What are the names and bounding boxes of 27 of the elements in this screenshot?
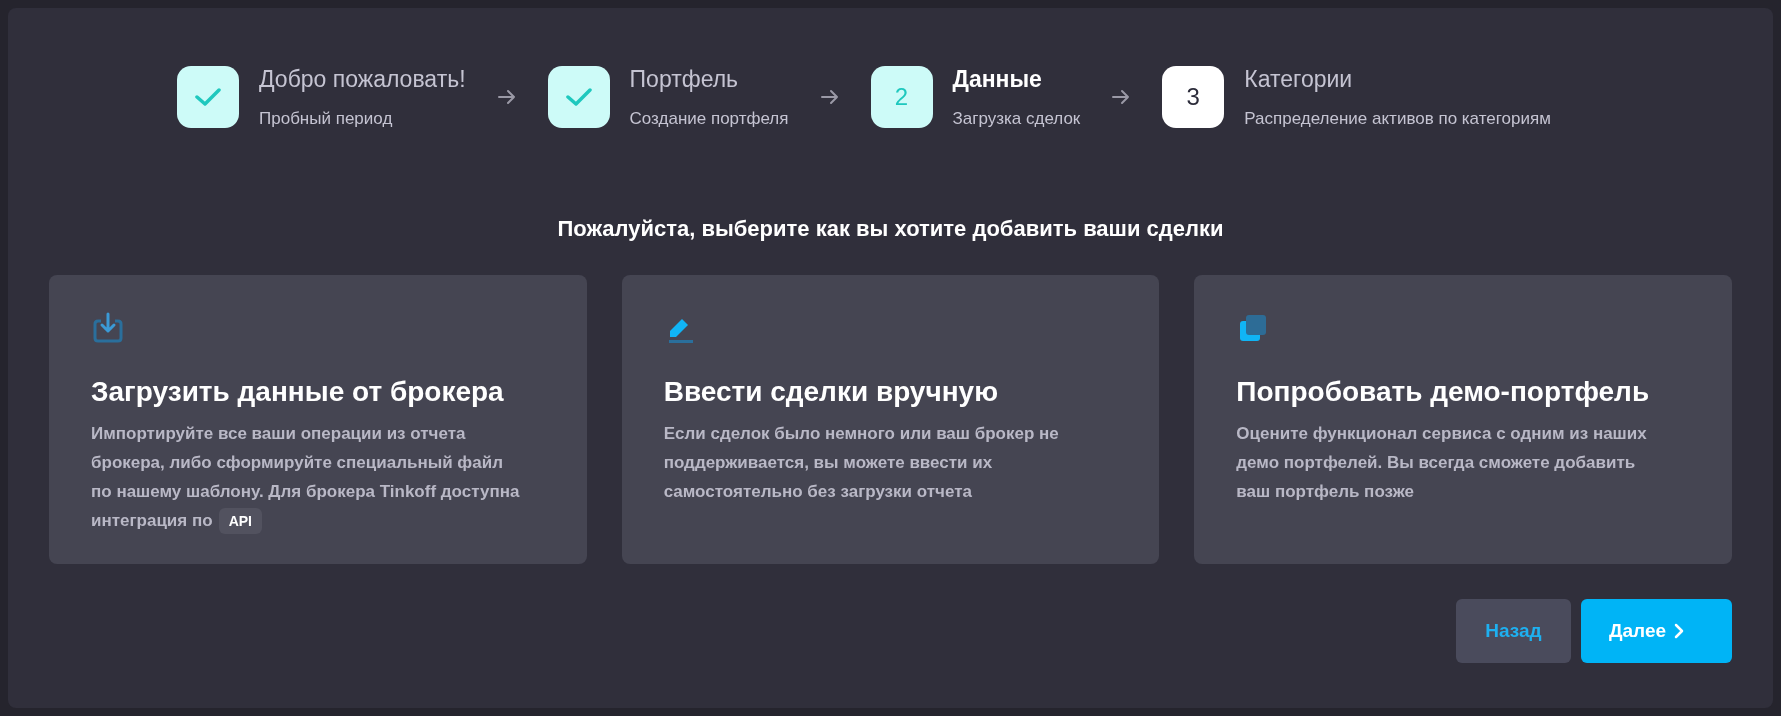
step-title: Данные [952, 64, 1043, 94]
step-title: Категории [1244, 64, 1354, 94]
step-badge: 3 [1162, 65, 1225, 128]
option-card[interactable]: Загрузить данные от брокера Импортируйте все ваши операции из отчета брокера, либо сформируйте специальный файл по нашему шаблону. Для брокера Tinkoff доступна интеграция по API [49, 275, 587, 564]
check-icon [195, 86, 221, 107]
card-title: Ввести сделки вручную [663, 375, 1000, 409]
step-badge: 2 [870, 65, 933, 128]
chevron-right-icon [1674, 623, 1685, 639]
page-heading: Пожалуйста, выберите как вы хотите добавить ваши сделки [557, 215, 1224, 243]
card-description: Оцените функционал сервиса с одним из наших демо портфелей. Вы всегда сможете добавить ваш портфель позже [1236, 423, 1648, 503]
check-icon [565, 86, 592, 107]
card-description: Импортируйте все ваши операции из отчета брокера, либо сформируйте специальный файл по нашему шаблону. Для брокера Tinkoff доступна интеграция по API [91, 419, 527, 535]
option-card[interactable]: Попробовать демо-портфель Оцените функционал сервиса с одним из наших демо портфелей. Вы всегда сможете добавить ваш портфель позже [1194, 275, 1732, 564]
step-subtitle: Пробный период [259, 108, 394, 130]
step-subtitle: Распределение активов по категориям [1244, 108, 1551, 130]
step-title: Добро пожаловать! [259, 64, 466, 94]
step-title: Портфель [629, 64, 740, 94]
arrow-right-icon [820, 88, 839, 105]
card-title: Загрузить данные от брокера [91, 375, 505, 409]
step-subtitle: Создание портфеля [629, 108, 789, 130]
step-subtitle: Загрузка сделок [952, 108, 1081, 130]
card-title: Попробовать демо-портфель [1236, 375, 1651, 409]
card-description: Если сделок было немного или ваш брокер не поддерживается, вы можете ввести их самостоятельно без загрузки отчета [663, 423, 1060, 503]
download-icon [91, 311, 125, 345]
arrow-right-icon [1112, 88, 1131, 105]
option-card[interactable]: Ввести сделки вручную Если сделок было немного или ваш брокер не поддерживается, вы можете ввести их самостоятельно без загрузки отчета [621, 275, 1160, 564]
arrow-right-icon [497, 88, 516, 105]
